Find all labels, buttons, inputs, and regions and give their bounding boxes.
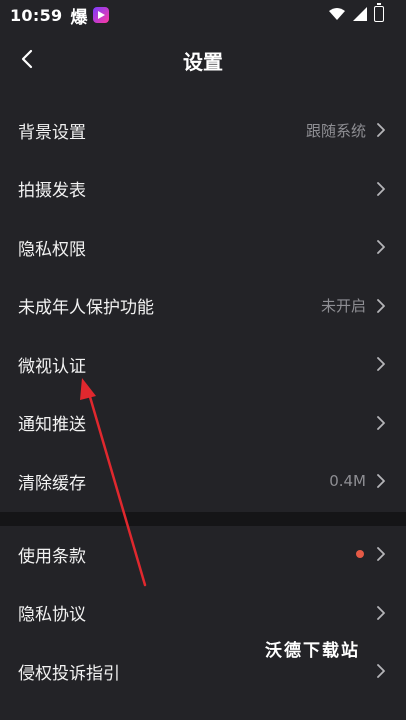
settings-item-notifications[interactable]: 通知推送 bbox=[0, 394, 406, 453]
chevron-right-icon bbox=[377, 605, 385, 620]
settings-item-label: 侵权投诉指引 bbox=[18, 663, 120, 684]
page-title: 设置 bbox=[183, 50, 223, 74]
settings-item-label: 隐私协议 bbox=[18, 605, 86, 626]
unread-badge bbox=[356, 550, 364, 559]
settings-item-label: 背景设置 bbox=[18, 122, 86, 143]
notification-app-icon: 爆 bbox=[70, 7, 88, 28]
chevron-right-icon bbox=[377, 123, 385, 138]
settings-item-label: 使用条款 bbox=[18, 546, 86, 567]
settings-item-weishi-verification[interactable]: 微视认证 bbox=[0, 335, 406, 394]
chevron-right-icon bbox=[377, 298, 385, 313]
settings-item-background[interactable]: 背景设置 跟随系统 bbox=[0, 101, 406, 160]
chevron-right-icon bbox=[377, 664, 385, 679]
settings-item-privacy-agreement[interactable]: 隐私协议 bbox=[0, 584, 406, 643]
video-app-icon bbox=[93, 7, 110, 23]
battery-icon bbox=[374, 3, 384, 22]
status-bar: 10:59 爆 bbox=[0, 0, 406, 30]
wifi-icon bbox=[329, 8, 345, 20]
settings-item-label: 拍摄发表 bbox=[18, 181, 86, 202]
signal-icon bbox=[353, 7, 367, 21]
status-indicators bbox=[328, 3, 384, 22]
settings-item-privacy-permissions[interactable]: 隐私权限 bbox=[0, 218, 406, 277]
chevron-right-icon bbox=[377, 357, 385, 372]
chevron-right-icon bbox=[377, 415, 385, 430]
chevron-right-icon bbox=[377, 474, 385, 489]
settings-item-value: 未开启 bbox=[320, 297, 366, 316]
section-divider bbox=[0, 512, 406, 526]
settings-item-value: 0.4M bbox=[329, 472, 366, 491]
header: 设置 bbox=[0, 36, 406, 82]
settings-group-legal: 使用条款 隐私协议 侵权投诉指引 bbox=[0, 525, 406, 701]
chevron-right-icon bbox=[377, 181, 385, 196]
settings-item-label: 清除缓存 bbox=[18, 473, 86, 494]
settings-item-label: 通知推送 bbox=[18, 415, 86, 436]
settings-item-value: 跟随系统 bbox=[305, 121, 366, 140]
settings-item-terms-of-use[interactable]: 使用条款 bbox=[0, 525, 406, 584]
settings-item-label: 未成年人保护功能 bbox=[18, 298, 154, 319]
settings-item-minor-protection[interactable]: 未成年人保护功能 未开启 bbox=[0, 277, 406, 336]
settings-item-label: 微视认证 bbox=[18, 356, 86, 377]
watermark: 沃德下载站 bbox=[265, 641, 360, 661]
status-time: 10:59 bbox=[10, 5, 63, 25]
settings-item-shoot-publish[interactable]: 拍摄发表 bbox=[0, 160, 406, 219]
chevron-right-icon bbox=[377, 240, 385, 255]
settings-item-clear-cache[interactable]: 清除缓存 0.4M bbox=[0, 452, 406, 511]
settings-group-main: 背景设置 跟随系统 拍摄发表 隐私权限 未成年人保护功能 未开启 微视认证 通知… bbox=[0, 101, 406, 511]
settings-item-label: 隐私权限 bbox=[18, 239, 86, 260]
chevron-right-icon bbox=[377, 547, 385, 562]
